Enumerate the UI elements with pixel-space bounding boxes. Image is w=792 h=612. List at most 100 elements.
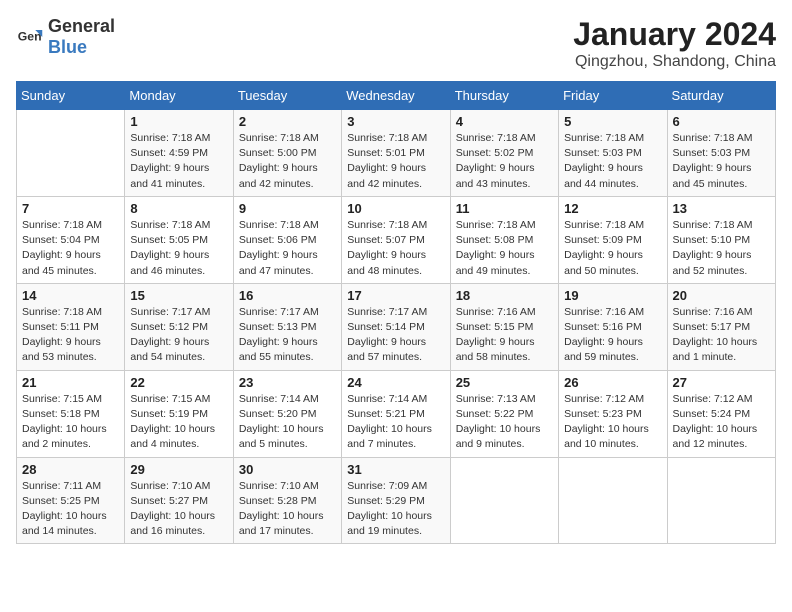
calendar-cell: 27 Sunrise: 7:12 AM Sunset: 5:24 PM Dayli…	[667, 370, 775, 457]
header-day: Thursday	[450, 82, 558, 110]
day-number: 27	[673, 375, 770, 390]
day-info: Sunrise: 7:18 AM Sunset: 5:03 PM Dayligh…	[673, 131, 770, 192]
day-info: Sunrise: 7:14 AM Sunset: 5:20 PM Dayligh…	[239, 392, 336, 453]
day-info: Sunrise: 7:13 AM Sunset: 5:22 PM Dayligh…	[456, 392, 553, 453]
logo-blue: Blue	[48, 37, 87, 57]
calendar-week-row: 7Sunrise: 7:18 AM Sunset: 5:04 PM Daylig…	[17, 196, 776, 283]
calendar-cell: 21Sunrise: 7:15 AM Sunset: 5:18 PM Dayli…	[17, 370, 125, 457]
day-number: 7	[22, 201, 119, 216]
calendar-cell: 30 Sunrise: 7:10 AM Sunset: 5:28 PM Dayli…	[233, 457, 341, 544]
calendar-header-row: SundayMondayTuesdayWednesdayThursdayFrid…	[17, 82, 776, 110]
day-number: 15	[130, 288, 227, 303]
day-info: Sunrise: 7:18 AM Sunset: 5:02 PM Dayligh…	[456, 131, 553, 192]
calendar-cell: 13 Sunrise: 7:18 AM Sunset: 5:10 PM Dayli…	[667, 196, 775, 283]
day-info: Sunrise: 7:16 AM Sunset: 5:16 PM Dayligh…	[564, 305, 661, 366]
header-day: Tuesday	[233, 82, 341, 110]
day-info: Sunrise: 7:16 AM Sunset: 5:17 PM Dayligh…	[673, 305, 770, 366]
calendar-cell: 2 Sunrise: 7:18 AM Sunset: 5:00 PM Daylig…	[233, 110, 341, 197]
logo-general: General	[48, 16, 115, 36]
calendar-cell: 25 Sunrise: 7:13 AM Sunset: 5:22 PM Dayli…	[450, 370, 558, 457]
day-number: 13	[673, 201, 770, 216]
calendar-cell: 18 Sunrise: 7:16 AM Sunset: 5:15 PM Dayli…	[450, 283, 558, 370]
calendar-table: SundayMondayTuesdayWednesdayThursdayFrid…	[16, 81, 776, 544]
day-number: 1	[130, 114, 227, 129]
day-info: Sunrise: 7:18 AM Sunset: 5:06 PM Dayligh…	[239, 218, 336, 279]
day-info: Sunrise: 7:14 AM Sunset: 5:21 PM Dayligh…	[347, 392, 444, 453]
day-info: Sunrise: 7:18 AM Sunset: 5:09 PM Dayligh…	[564, 218, 661, 279]
logo-icon: Gen	[16, 23, 44, 51]
day-info: Sunrise: 7:17 AM Sunset: 5:12 PM Dayligh…	[130, 305, 227, 366]
day-info: Sunrise: 7:18 AM Sunset: 5:08 PM Dayligh…	[456, 218, 553, 279]
calendar-week-row: 1 Sunrise: 7:18 AM Sunset: 4:59 PM Daylig…	[17, 110, 776, 197]
calendar-cell: 17 Sunrise: 7:17 AM Sunset: 5:14 PM Dayli…	[342, 283, 450, 370]
calendar-cell	[667, 457, 775, 544]
day-info: Sunrise: 7:18 AM Sunset: 4:59 PM Dayligh…	[130, 131, 227, 192]
day-number: 8	[130, 201, 227, 216]
day-number: 21	[22, 375, 119, 390]
day-number: 5	[564, 114, 661, 129]
day-info: Sunrise: 7:12 AM Sunset: 5:24 PM Dayligh…	[673, 392, 770, 453]
day-info: Sunrise: 7:18 AM Sunset: 5:00 PM Dayligh…	[239, 131, 336, 192]
day-number: 18	[456, 288, 553, 303]
day-number: 29	[130, 462, 227, 477]
day-number: 26	[564, 375, 661, 390]
day-number: 3	[347, 114, 444, 129]
day-info: Sunrise: 7:15 AM Sunset: 5:19 PM Dayligh…	[130, 392, 227, 453]
day-number: 17	[347, 288, 444, 303]
day-info: Sunrise: 7:18 AM Sunset: 5:11 PM Dayligh…	[22, 305, 119, 366]
page-header: Gen General Blue January 2024 Qingzhou, …	[16, 16, 776, 71]
day-number: 25	[456, 375, 553, 390]
day-number: 24	[347, 375, 444, 390]
day-info: Sunrise: 7:17 AM Sunset: 5:14 PM Dayligh…	[347, 305, 444, 366]
calendar-cell	[17, 110, 125, 197]
day-number: 9	[239, 201, 336, 216]
day-info: Sunrise: 7:12 AM Sunset: 5:23 PM Dayligh…	[564, 392, 661, 453]
calendar-cell: 23Sunrise: 7:14 AM Sunset: 5:20 PM Dayli…	[233, 370, 341, 457]
day-number: 2	[239, 114, 336, 129]
calendar-cell: 11 Sunrise: 7:18 AM Sunset: 5:08 PM Dayli…	[450, 196, 558, 283]
day-info: Sunrise: 7:10 AM Sunset: 5:27 PM Dayligh…	[130, 479, 227, 540]
calendar-cell	[450, 457, 558, 544]
day-info: Sunrise: 7:18 AM Sunset: 5:01 PM Dayligh…	[347, 131, 444, 192]
calendar-cell: 28Sunrise: 7:11 AM Sunset: 5:25 PM Dayli…	[17, 457, 125, 544]
calendar-cell: 15 Sunrise: 7:17 AM Sunset: 5:12 PM Dayli…	[125, 283, 233, 370]
calendar-cell: 29 Sunrise: 7:10 AM Sunset: 5:27 PM Dayli…	[125, 457, 233, 544]
calendar-cell: 26 Sunrise: 7:12 AM Sunset: 5:23 PM Dayli…	[559, 370, 667, 457]
header-day: Wednesday	[342, 82, 450, 110]
calendar-cell: 9 Sunrise: 7:18 AM Sunset: 5:06 PM Daylig…	[233, 196, 341, 283]
calendar-cell: 19Sunrise: 7:16 AM Sunset: 5:16 PM Dayli…	[559, 283, 667, 370]
calendar-cell: 22 Sunrise: 7:15 AM Sunset: 5:19 PM Dayli…	[125, 370, 233, 457]
day-info: Sunrise: 7:16 AM Sunset: 5:15 PM Dayligh…	[456, 305, 553, 366]
day-number: 12	[564, 201, 661, 216]
calendar-week-row: 28Sunrise: 7:11 AM Sunset: 5:25 PM Dayli…	[17, 457, 776, 544]
calendar-week-row: 14 Sunrise: 7:18 AM Sunset: 5:11 PM Dayli…	[17, 283, 776, 370]
calendar-cell: 14 Sunrise: 7:18 AM Sunset: 5:11 PM Dayli…	[17, 283, 125, 370]
header-day: Friday	[559, 82, 667, 110]
day-number: 30	[239, 462, 336, 477]
day-number: 22	[130, 375, 227, 390]
day-number: 14	[22, 288, 119, 303]
day-info: Sunrise: 7:18 AM Sunset: 5:10 PM Dayligh…	[673, 218, 770, 279]
calendar-cell: 8 Sunrise: 7:18 AM Sunset: 5:05 PM Daylig…	[125, 196, 233, 283]
calendar-cell: 20 Sunrise: 7:16 AM Sunset: 5:17 PM Dayli…	[667, 283, 775, 370]
day-number: 16	[239, 288, 336, 303]
logo: Gen General Blue	[16, 16, 115, 58]
page-subtitle: Qingzhou, Shandong, China	[573, 53, 776, 71]
day-info: Sunrise: 7:17 AM Sunset: 5:13 PM Dayligh…	[239, 305, 336, 366]
header-day: Sunday	[17, 82, 125, 110]
calendar-cell: 10Sunrise: 7:18 AM Sunset: 5:07 PM Dayli…	[342, 196, 450, 283]
day-number: 20	[673, 288, 770, 303]
day-info: Sunrise: 7:18 AM Sunset: 5:03 PM Dayligh…	[564, 131, 661, 192]
day-info: Sunrise: 7:10 AM Sunset: 5:28 PM Dayligh…	[239, 479, 336, 540]
day-number: 6	[673, 114, 770, 129]
day-info: Sunrise: 7:18 AM Sunset: 5:05 PM Dayligh…	[130, 218, 227, 279]
day-number: 11	[456, 201, 553, 216]
calendar-week-row: 21Sunrise: 7:15 AM Sunset: 5:18 PM Dayli…	[17, 370, 776, 457]
day-info: Sunrise: 7:11 AM Sunset: 5:25 PM Dayligh…	[22, 479, 119, 540]
calendar-body: 1 Sunrise: 7:18 AM Sunset: 4:59 PM Daylig…	[17, 110, 776, 544]
day-info: Sunrise: 7:18 AM Sunset: 5:07 PM Dayligh…	[347, 218, 444, 279]
title-block: January 2024 Qingzhou, Shandong, China	[573, 16, 776, 71]
page-title: January 2024	[573, 16, 776, 53]
header-day: Saturday	[667, 82, 775, 110]
calendar-cell: 7Sunrise: 7:18 AM Sunset: 5:04 PM Daylig…	[17, 196, 125, 283]
